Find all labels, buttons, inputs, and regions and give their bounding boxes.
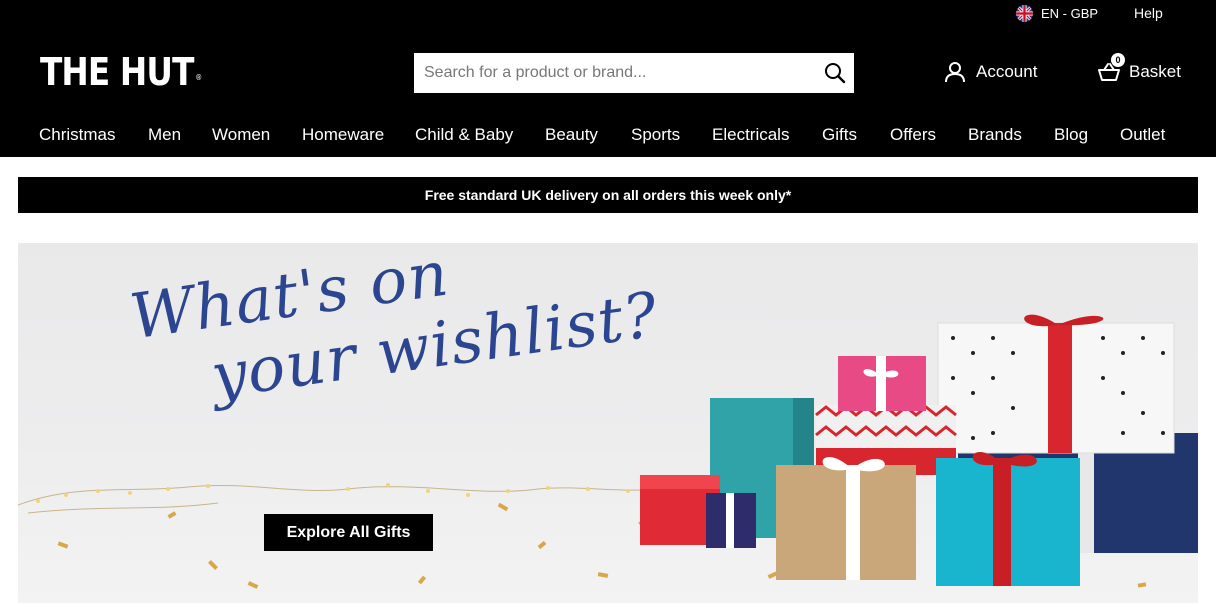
basket-label: Basket <box>1129 62 1181 81</box>
account-label: Account <box>976 62 1038 81</box>
locale-selector[interactable]: EN - GBP <box>1016 5 1098 22</box>
search-button[interactable] <box>822 60 848 86</box>
account-link[interactable]: Account <box>944 61 1037 83</box>
site-logo[interactable]: THE HUT ® <box>40 50 202 94</box>
basket-link[interactable]: 0 Basket <box>1097 53 1181 83</box>
search-bar <box>414 53 854 93</box>
nav-item-gifts[interactable]: Gifts <box>822 125 857 145</box>
nav-item-homeware[interactable]: Homeware <box>302 125 384 145</box>
nav-item-beauty[interactable]: Beauty <box>545 125 598 145</box>
locale-label: EN - GBP <box>1041 6 1099 21</box>
uk-flag-icon <box>1016 5 1033 22</box>
logo-text: THE HUT <box>40 50 194 94</box>
main-navigation: Christmas Men Women Homeware Child & Bab… <box>0 125 1216 147</box>
site-header: EN - GBP Help THE HUT® Account 0 Basket <box>0 0 1216 157</box>
nav-item-men[interactable]: Men <box>148 125 181 145</box>
logo-registered-mark: ® <box>195 73 202 82</box>
nav-item-offers[interactable]: Offers <box>890 125 936 145</box>
explore-all-gifts-button[interactable]: Explore All Gifts <box>264 514 433 551</box>
hero-banner[interactable]: What's on your wishlist? Explore All Gif… <box>18 243 1198 603</box>
nav-item-brands[interactable]: Brands <box>968 125 1022 145</box>
nav-item-blog[interactable]: Blog <box>1054 125 1088 145</box>
promo-banner[interactable]: Free standard UK delivery on all orders … <box>18 177 1198 213</box>
help-link[interactable]: Help <box>1134 5 1163 21</box>
nav-item-women[interactable]: Women <box>212 125 270 145</box>
user-icon <box>945 62 965 83</box>
search-input[interactable] <box>414 54 804 92</box>
basket-icon-wrap: 0 <box>1097 53 1125 83</box>
basket-count-badge: 0 <box>1111 53 1125 67</box>
cta-label: Explore All Gifts <box>286 523 411 541</box>
search-icon <box>825 63 846 84</box>
nav-item-christmas[interactable]: Christmas <box>39 125 116 145</box>
nav-item-electricals[interactable]: Electricals <box>712 125 789 145</box>
nav-item-child-baby[interactable]: Child & Baby <box>415 125 513 145</box>
promo-text: Free standard UK delivery on all orders … <box>424 187 792 203</box>
nav-item-sports[interactable]: Sports <box>631 125 680 145</box>
nav-item-outlet[interactable]: Outlet <box>1120 125 1165 145</box>
